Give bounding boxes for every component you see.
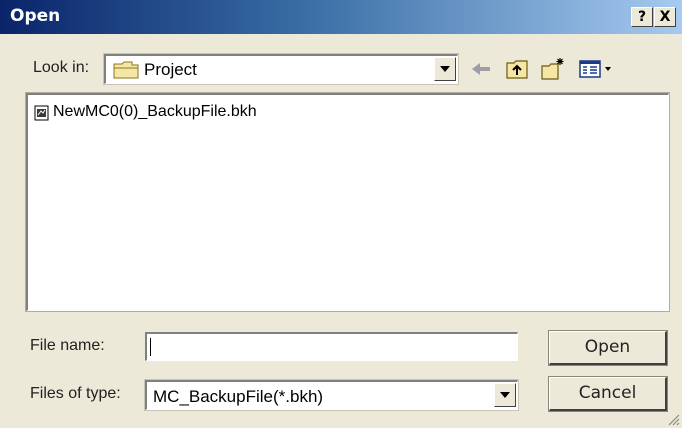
text-caret <box>150 338 151 356</box>
back-arrow-icon[interactable] <box>468 56 494 82</box>
cancel-button[interactable]: Cancel <box>548 376 668 412</box>
folder-icon <box>113 61 139 79</box>
window-title: Open <box>10 6 61 26</box>
backup-file-icon <box>34 105 49 121</box>
open-button[interactable]: Open <box>548 330 668 366</box>
file-name-label: File name: <box>30 337 105 354</box>
help-button[interactable]: ? <box>631 7 653 27</box>
look-in-value: Project <box>144 60 197 79</box>
files-of-type-dropdown-arrow[interactable] <box>494 383 516 407</box>
close-button[interactable]: X <box>654 7 676 27</box>
new-folder-icon[interactable] <box>540 56 566 82</box>
title-bar[interactable]: Open ? X <box>0 0 682 34</box>
look-in-dropdown-arrow[interactable] <box>434 57 456 81</box>
files-of-type-dropdown[interactable]: MC_BackupFile(*.bkh) <box>144 379 519 411</box>
up-one-level-icon[interactable] <box>504 56 530 82</box>
view-menu-icon[interactable] <box>578 56 618 82</box>
files-of-type-value: MC_BackupFile(*.bkh) <box>153 387 324 406</box>
resize-grip-icon[interactable] <box>666 412 680 426</box>
look-in-label: Look in: <box>33 59 90 76</box>
file-name-text: NewMC0(0)_BackupFile.bkh <box>53 103 257 120</box>
file-name-input[interactable] <box>145 332 518 361</box>
files-of-type-label: Files of type: <box>30 385 121 402</box>
file-list[interactable]: NewMC0(0)_BackupFile.bkh <box>25 92 670 312</box>
open-dialog: Open ? X Look in: Project NewMC0(0)_Back… <box>0 0 682 428</box>
look-in-dropdown[interactable]: Project <box>103 53 459 85</box>
